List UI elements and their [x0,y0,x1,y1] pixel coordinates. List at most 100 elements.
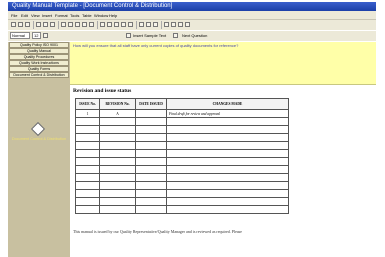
open-icon[interactable] [18,22,23,27]
undo-icon[interactable] [82,22,87,27]
menu-insert[interactable]: Insert [42,13,52,18]
table-cell[interactable] [99,133,136,142]
table-cell[interactable] [166,149,289,158]
table-cell[interactable] [166,125,289,134]
menu-table[interactable]: Table [82,13,92,18]
bold-icon[interactable] [139,22,144,27]
table-cell[interactable] [166,173,289,182]
table-cell[interactable] [135,197,167,206]
justify-icon[interactable] [121,22,126,27]
table-cell[interactable] [75,157,100,166]
table-cell[interactable] [99,157,136,166]
bullets-icon[interactable] [128,22,133,27]
table-cell[interactable] [166,189,289,198]
table-cell[interactable] [135,149,167,158]
table-cell[interactable] [75,173,100,182]
table-cell[interactable] [99,141,136,150]
pilcrow-icon[interactable] [178,22,183,27]
table-cell[interactable] [75,181,100,190]
table-cell[interactable] [166,205,289,214]
font-size-dropdown-icon[interactable] [43,33,48,38]
insert-sample-icon[interactable] [126,33,131,38]
table-cell[interactable] [75,133,100,142]
menu-edit[interactable]: Edit [21,13,28,18]
menu-file[interactable]: File [11,13,17,18]
save-icon[interactable] [25,22,30,27]
col-changes-made: CHANGES MADE [166,98,289,110]
copy-icon[interactable] [68,22,73,27]
table-cell[interactable] [166,133,289,142]
table-cell[interactable] [166,165,289,174]
table-cell[interactable] [99,117,136,126]
table-cell[interactable] [99,205,136,214]
table-cell[interactable] [135,117,167,126]
table-icon[interactable] [164,22,169,27]
print-icon[interactable] [36,22,41,27]
table-row [75,181,289,190]
table-cell[interactable] [166,197,289,206]
underline-icon[interactable] [153,22,158,27]
insert-sample-button[interactable]: Insert Sample Text [133,33,166,38]
cut-icon[interactable] [61,22,66,27]
table-cell[interactable] [75,149,100,158]
table-cell[interactable] [166,141,289,150]
table-cell[interactable] [75,141,100,150]
table-cell[interactable] [166,157,289,166]
table-cell[interactable] [75,197,100,206]
table-cell[interactable] [99,181,136,190]
table-cell[interactable] [99,149,136,158]
table-cell[interactable] [135,109,167,118]
table-cell[interactable] [75,125,100,134]
table-cell[interactable] [166,117,289,126]
table-cell[interactable] [135,189,167,198]
table-cell[interactable]: A [99,109,136,118]
table-cell[interactable] [75,205,100,214]
table-cell[interactable] [135,181,167,190]
style-combo[interactable]: Normal [10,32,30,39]
new-icon[interactable] [11,22,16,27]
menu-view[interactable]: View [31,13,40,18]
table-cell[interactable] [135,173,167,182]
table-cell[interactable] [75,117,100,126]
next-question-button[interactable]: Next Question [182,33,207,38]
spelling-icon[interactable] [50,22,55,27]
table-cell[interactable] [99,125,136,134]
table-cell[interactable] [75,165,100,174]
table-cell[interactable] [135,125,167,134]
table-cell[interactable] [135,165,167,174]
menu-format[interactable]: Format [55,13,68,18]
table-row [75,157,289,166]
table-cell[interactable] [99,173,136,182]
redo-icon[interactable] [89,22,94,27]
preview-icon[interactable] [43,22,48,27]
binoculars-icon[interactable] [171,22,176,27]
paste-icon[interactable] [75,22,80,27]
menu-tools[interactable]: Tools [70,13,79,18]
table-cell[interactable] [135,157,167,166]
question-box[interactable]: How will you ensure that all staff have … [70,42,376,85]
table-cell[interactable] [135,141,167,150]
next-question-icon[interactable] [173,33,178,38]
table-cell[interactable] [135,205,167,214]
table-cell[interactable]: 1 [75,109,100,118]
table-cell[interactable]: Final draft for review and approval [166,109,289,118]
menu-help[interactable]: Help [109,13,117,18]
align-left-icon[interactable] [100,22,105,27]
help-icon[interactable] [185,22,190,27]
table-cell[interactable] [99,197,136,206]
table-header-row: ISSUE No. REVISION No. DATE ISSUED CHANG… [75,98,289,110]
table-cell[interactable] [75,189,100,198]
table-cell[interactable] [135,133,167,142]
sidebar-selected-label[interactable]: Document Control & Distribution [8,137,70,141]
diamond-icon[interactable] [30,121,46,137]
font-size-combo[interactable]: 12 [32,32,41,39]
table-cell[interactable] [99,189,136,198]
menu-window[interactable]: Window [94,13,108,18]
align-right-icon[interactable] [114,22,119,27]
italic-icon[interactable] [146,22,151,27]
table-cell[interactable] [166,181,289,190]
align-center-icon[interactable] [107,22,112,27]
table-body: 1 A Final draft for review and approval [75,109,289,214]
sidebar-item-document-control[interactable]: Document Control & Distribution [9,72,69,78]
table-cell[interactable] [99,165,136,174]
